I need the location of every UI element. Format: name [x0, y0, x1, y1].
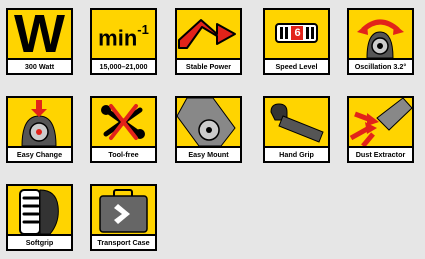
tool-free-icon	[92, 98, 155, 146]
power-watt-icon: W	[8, 10, 71, 58]
softgrip-icon	[8, 186, 71, 234]
oscillation-icon	[349, 10, 412, 58]
feature-tile-transport-case: Transport Case	[90, 184, 157, 251]
rpm-icon: min-1	[92, 10, 155, 58]
feature-label-watt: 300 Watt	[8, 60, 71, 73]
dust-extractor-icon	[349, 98, 412, 146]
feature-tile-stable-power: Stable Power	[175, 8, 242, 75]
transport-case-icon	[92, 186, 155, 234]
feature-label-transport-case: Transport Case	[92, 236, 155, 249]
feature-label-speed-level: Speed Level	[265, 60, 328, 73]
speed-level-icon: 6	[265, 10, 328, 58]
feature-label-softgrip: Softgrip	[8, 236, 71, 249]
feature-label-oscillation: Oscillation 3.2°	[349, 60, 412, 73]
feature-label-easy-change: Easy Change	[8, 148, 71, 161]
feature-label-hand-grip: Hand Grip	[265, 148, 328, 161]
rpm-glyph: min	[98, 25, 138, 51]
speed-level-value: 6	[294, 27, 301, 39]
easy-mount-icon	[177, 98, 240, 146]
feature-tile-tool-free: Tool-free	[90, 96, 157, 163]
feature-label-rpm: 15,000–21,000	[92, 60, 155, 73]
watt-glyph: W	[14, 10, 65, 58]
feature-tile-easy-change: Easy Change	[6, 96, 73, 163]
rpm-exponent: -1	[137, 22, 149, 37]
feature-label-easy-mount: Easy Mount	[177, 148, 240, 161]
feature-tile-dust-extractor: Dust Extractor	[347, 96, 414, 163]
hand-grip-icon	[265, 98, 328, 146]
feature-tile-speed-level: 6 Speed Level	[263, 8, 330, 75]
feature-tile-easy-mount: Easy Mount	[175, 96, 242, 163]
feature-tile-watt: W 300 Watt	[6, 8, 73, 75]
feature-tile-hand-grip: Hand Grip	[263, 96, 330, 163]
feature-tile-rpm: min-1 15,000–21,000	[90, 8, 157, 75]
feature-label-dust-extractor: Dust Extractor	[349, 148, 412, 161]
feature-tile-softgrip: Softgrip	[6, 184, 73, 251]
easy-change-icon	[8, 98, 71, 146]
feature-label-tool-free: Tool-free	[92, 148, 155, 161]
stable-power-arrow-icon	[177, 10, 240, 58]
feature-label-stable-power: Stable Power	[177, 60, 240, 73]
feature-tile-oscillation: Oscillation 3.2°	[347, 8, 414, 75]
